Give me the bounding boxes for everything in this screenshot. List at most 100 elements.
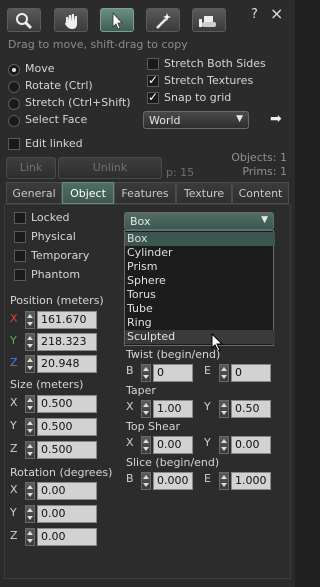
- slice-end-spinner[interactable]: [219, 472, 229, 490]
- tab-general[interactable]: General: [6, 182, 62, 204]
- edit-tool-button[interactable]: [100, 8, 134, 32]
- shape-dropdown-list: Box Cylinder Prism Sphere Torus Tube Rin…: [124, 230, 275, 346]
- create-tool-button[interactable]: [146, 8, 180, 32]
- edit-linked-label: Edit linked: [25, 137, 83, 150]
- rotation-x-field[interactable]: 0.00: [37, 482, 97, 500]
- slice-begin-field[interactable]: 0.000: [153, 472, 193, 490]
- shape-option-tube[interactable]: Tube: [125, 302, 275, 316]
- taper-y-spinner[interactable]: [219, 400, 229, 418]
- position-z-field[interactable]: 20.948: [37, 355, 97, 373]
- magic-wand-icon: [156, 13, 171, 29]
- link-button[interactable]: Link: [6, 157, 56, 179]
- position-z-spinner[interactable]: [25, 355, 35, 373]
- top-shear-y-spinner[interactable]: [219, 436, 229, 454]
- taper-x-field[interactable]: 1.00: [153, 400, 193, 418]
- locked-checkbox[interactable]: [14, 212, 26, 224]
- size-y-field[interactable]: 0.500: [37, 418, 97, 436]
- land-tool-button[interactable]: [192, 8, 226, 32]
- shape-option-torus[interactable]: Torus: [125, 288, 275, 302]
- close-icon[interactable]: ×: [270, 4, 283, 23]
- top-shear-x-field[interactable]: 0.00: [153, 436, 193, 454]
- shape-option-sculpted[interactable]: Sculpted: [125, 330, 275, 344]
- arrow-cursor-icon: [112, 11, 123, 30]
- size-z-field[interactable]: 0.500: [37, 441, 97, 459]
- phantom-label: Phantom: [31, 268, 81, 281]
- stretch-textures-checkbox[interactable]: [147, 73, 159, 87]
- rotation-z-field[interactable]: 0.00: [37, 528, 97, 546]
- position-y-label: Y: [10, 334, 17, 347]
- help-icon[interactable]: ?: [251, 7, 258, 22]
- stretch-radio[interactable]: [8, 98, 20, 110]
- tool-hint: Drag to move, shift-drag to copy: [8, 38, 188, 51]
- magnifier-icon: [16, 13, 33, 30]
- size-x-field[interactable]: 0.500: [37, 395, 97, 413]
- rotation-x-spinner[interactable]: [25, 482, 35, 500]
- slice-begin-spinner[interactable]: [141, 472, 151, 490]
- stretch-both-sides-label: Stretch Both Sides: [164, 57, 266, 70]
- size-y-label: Y: [10, 419, 17, 432]
- twist-begin-field[interactable]: 0: [153, 364, 193, 382]
- twist-begin-spinner[interactable]: [141, 364, 151, 382]
- physical-label: Physical: [31, 230, 76, 243]
- locked-label: Locked: [31, 211, 70, 224]
- rotation-y-spinner[interactable]: [25, 505, 35, 523]
- stretch-both-sides-checkbox[interactable]: [147, 58, 159, 70]
- grid-mode-select[interactable]: World ▼: [143, 111, 249, 129]
- hand-icon: [65, 14, 77, 29]
- twist-end-label: E: [204, 364, 211, 377]
- unlink-button[interactable]: Unlink: [58, 157, 162, 179]
- position-y-field[interactable]: 218.323: [37, 333, 97, 351]
- taper-y-label: Y: [204, 400, 211, 413]
- size-heading: Size (meters): [10, 378, 84, 391]
- position-y-spinner[interactable]: [25, 333, 35, 351]
- phantom-checkbox[interactable]: [14, 269, 26, 281]
- top-shear-y-field[interactable]: 0.00: [231, 436, 271, 454]
- position-z-label: Z: [10, 356, 18, 369]
- tab-features[interactable]: Features: [114, 182, 176, 204]
- tab-texture[interactable]: Texture: [176, 182, 232, 204]
- twist-end-spinner[interactable]: [219, 364, 229, 382]
- size-x-spinner[interactable]: [25, 395, 35, 413]
- shape-option-box[interactable]: Box: [125, 232, 275, 246]
- top-shear-heading: Top Shear: [126, 420, 181, 433]
- slice-end-field[interactable]: 1.000: [231, 472, 271, 490]
- chevron-down-icon: ▼: [236, 114, 243, 124]
- slice-heading: Slice (begin/end): [126, 456, 220, 469]
- snap-to-grid-checkbox[interactable]: [147, 90, 159, 104]
- tab-object[interactable]: Object: [62, 182, 114, 204]
- position-x-field[interactable]: 161.670: [37, 311, 97, 329]
- taper-x-label: X: [126, 400, 134, 413]
- shape-option-ring[interactable]: Ring: [125, 316, 275, 330]
- size-y-spinner[interactable]: [25, 418, 35, 436]
- partial-label: p: 15: [166, 166, 195, 179]
- move-radio[interactable]: [8, 64, 20, 76]
- bulldozer-icon: [199, 16, 216, 27]
- move-tool-button[interactable]: [54, 8, 88, 32]
- chevron-down-icon: ▼: [261, 215, 268, 225]
- position-x-spinner[interactable]: [25, 311, 35, 329]
- grid-options-arrow-icon[interactable]: ➡: [270, 111, 282, 127]
- physical-checkbox[interactable]: [14, 231, 26, 243]
- shape-option-sphere[interactable]: Sphere: [125, 274, 275, 288]
- top-shear-x-label: X: [126, 436, 134, 449]
- tab-content[interactable]: Content: [232, 182, 289, 204]
- rotation-z-spinner[interactable]: [25, 528, 35, 546]
- focus-tool-button[interactable]: [7, 8, 41, 32]
- rotate-radio[interactable]: [8, 81, 20, 93]
- temporary-label: Temporary: [31, 249, 90, 262]
- shape-option-prism[interactable]: Prism: [125, 260, 275, 274]
- shape-select[interactable]: Box ▼: [124, 212, 274, 230]
- edit-linked-checkbox[interactable]: [8, 138, 20, 150]
- position-x-label: X: [10, 312, 18, 325]
- rotation-y-field[interactable]: 0.00: [37, 505, 97, 523]
- shape-option-cylinder[interactable]: Cylinder: [125, 246, 275, 260]
- select-face-radio[interactable]: [8, 115, 20, 127]
- objects-count: Objects: 1: [231, 151, 287, 164]
- temporary-checkbox[interactable]: [14, 250, 26, 262]
- twist-end-field[interactable]: 0: [231, 364, 271, 382]
- taper-x-spinner[interactable]: [141, 400, 151, 418]
- size-z-spinner[interactable]: [25, 441, 35, 459]
- top-shear-x-spinner[interactable]: [141, 436, 151, 454]
- rotation-y-label: Y: [10, 506, 17, 519]
- taper-y-field[interactable]: 0.50: [231, 400, 271, 418]
